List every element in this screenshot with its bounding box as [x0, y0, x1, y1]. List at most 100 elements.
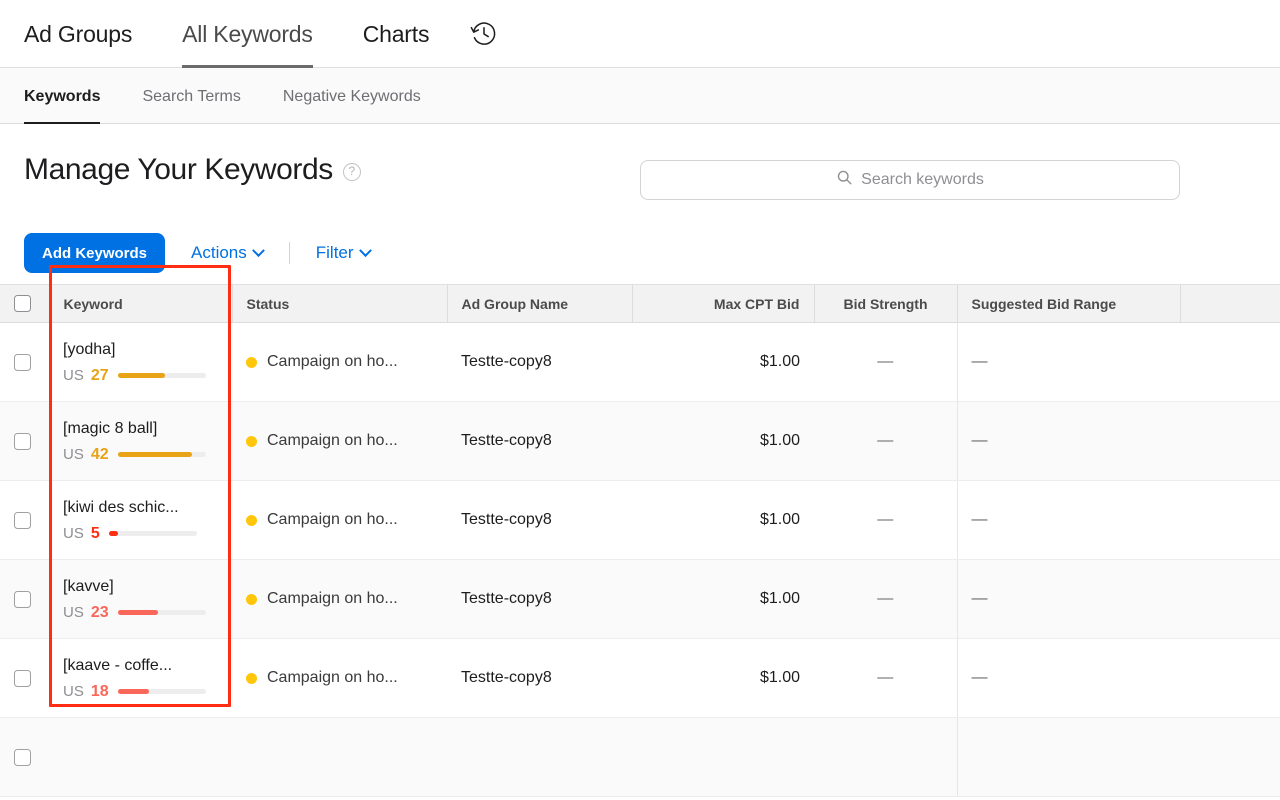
keyword-score: 5 [90, 524, 100, 542]
table-row[interactable]: [kaave - coffe... US 18 Campaign on ho... Te… [0, 638, 1280, 718]
cell-spacer [1180, 638, 1280, 718]
cell-status: Campaign on ho... [232, 559, 447, 639]
cell-suggested-bid-range: — [956, 322, 1180, 402]
search-keywords-box[interactable]: Search keywords [640, 160, 1180, 200]
keyword-score-bar [117, 373, 206, 378]
row-checkbox[interactable] [14, 748, 31, 766]
actions-label: Actions [191, 243, 247, 262]
cell-bid-strength: — [814, 401, 957, 481]
cell-ad-group-name: Testte-copy8 [447, 322, 632, 402]
subtab-search-terms[interactable]: Search Terms [142, 68, 240, 124]
row-checkbox[interactable] [14, 511, 31, 529]
cell-max-cpt-bid[interactable]: $1.00 [632, 322, 814, 402]
cell-keyword: [kiwi des schic... US 5 [49, 480, 232, 560]
status-text: Campaign on ho... [267, 669, 398, 686]
keyword-geo: US [63, 604, 84, 621]
cell-keyword: [kavve] US 23 [49, 559, 232, 639]
keyword-score-row: US 42 [63, 446, 218, 464]
cell-suggested-bid-range: — [956, 559, 1180, 639]
table-row[interactable]: [kiwi des schic... US 5 Campaign on ho... Te… [0, 480, 1280, 560]
action-bar: Add Keywords Actions Filter [0, 222, 1280, 284]
status-text: Campaign on ho... [267, 511, 398, 528]
keyword-score: 42 [90, 445, 109, 463]
keyword-text: [yodha] [63, 340, 116, 358]
table-row[interactable]: [kavve] US 23 Campaign on ho... Testte-copy8… [0, 559, 1280, 639]
status-dot-icon [246, 435, 257, 447]
cell-max-cpt-bid[interactable]: $1.00 [632, 401, 814, 481]
chevron-down-icon [358, 243, 372, 257]
table-row[interactable] [0, 717, 1280, 797]
cell-max-cpt-bid [632, 717, 814, 797]
cell-status [232, 717, 447, 797]
page-title: Manage Your Keywords [24, 153, 333, 186]
top-nav: Ad Groups All Keywords Charts [0, 0, 1280, 68]
status-dot-icon [246, 672, 257, 684]
keyword-text: [magic 8 ball] [63, 419, 158, 437]
cell-ad-group-name: Testte-copy8 [447, 559, 632, 639]
history-clock-icon[interactable] [467, 17, 501, 51]
help-question-icon[interactable]: ? [342, 163, 361, 181]
row-checkbox[interactable] [14, 590, 31, 608]
keyword-score-bar [117, 452, 206, 457]
tab-ad-groups[interactable]: Ad Groups [24, 0, 132, 68]
table-row[interactable]: [yodha] US 27 Campaign on ho... Testte-copy8… [0, 322, 1280, 402]
cell-suggested-bid-range: — [956, 401, 1180, 481]
keyword-text: [kaave - coffe... [63, 656, 173, 674]
cell-status: Campaign on ho... [232, 638, 447, 718]
cell-keyword: [magic 8 ball] US 42 [49, 401, 232, 481]
cell-bid-strength: — [814, 480, 957, 560]
table-body: [yodha] US 27 Campaign on ho... Testte-copy8… [0, 322, 1280, 797]
status-dot-icon [246, 593, 257, 605]
cell-spacer [1180, 401, 1280, 481]
cell-max-cpt-bid[interactable]: $1.00 [632, 480, 814, 560]
col-header-status[interactable]: Status [231, 284, 447, 323]
col-header-spacer [1179, 284, 1280, 323]
cell-spacer [1180, 480, 1280, 560]
col-header-suggested-bid-range[interactable]: Suggested Bid Range [956, 284, 1180, 323]
cell-max-cpt-bid[interactable]: $1.00 [632, 638, 814, 718]
cell-bid-strength: — [814, 638, 957, 718]
table-header-row: Keyword Status Ad Group Name Max CPT Bid… [0, 284, 1280, 323]
cell-max-cpt-bid[interactable]: $1.00 [632, 559, 814, 639]
keywords-table-wrap: Keyword Status Ad Group Name Max CPT Bid… [0, 265, 1280, 797]
select-all-checkbox[interactable] [14, 295, 31, 312]
status-text: Campaign on ho... [267, 432, 398, 449]
tab-charts[interactable]: Charts [363, 0, 430, 68]
row-checkbox[interactable] [14, 432, 31, 450]
subtab-keywords[interactable]: Keywords [24, 68, 101, 124]
sub-nav: Keywords Search Terms Negative Keywords [0, 68, 1280, 124]
cell-suggested-bid-range: — [956, 638, 1180, 718]
keyword-score: 18 [90, 682, 109, 700]
search-input[interactable]: Search keywords [861, 171, 984, 189]
status-dot-icon [246, 514, 257, 526]
filter-label: Filter [315, 243, 354, 262]
keyword-geo: US [63, 367, 84, 384]
subtab-negative-keywords[interactable]: Negative Keywords [283, 68, 421, 124]
keyword-score-bar [117, 689, 206, 694]
keyword-score-row: US 27 [63, 367, 218, 385]
keyword-text: [kiwi des schic... [63, 498, 179, 516]
row-select-cell [0, 559, 49, 639]
status-dot-icon [246, 356, 257, 368]
col-header-max-cpt-bid[interactable]: Max CPT Bid [631, 284, 814, 323]
cell-ad-group-name: Testte-copy8 [447, 401, 632, 481]
add-keywords-button[interactable]: Add Keywords [24, 233, 166, 273]
col-header-ad-group-name[interactable]: Ad Group Name [446, 284, 632, 323]
keywords-table: Keyword Status Ad Group Name Max CPT Bid… [0, 284, 1280, 797]
keyword-geo: US [63, 446, 84, 463]
tab-all-keywords[interactable]: All Keywords [182, 0, 313, 68]
row-checkbox[interactable] [14, 353, 31, 371]
status-text: Campaign on ho... [267, 590, 398, 607]
row-checkbox[interactable] [14, 669, 31, 687]
col-header-bid-strength[interactable]: Bid Strength [813, 284, 957, 323]
cell-ad-group-name [447, 717, 632, 797]
filter-dropdown[interactable]: Filter [315, 243, 372, 263]
table-row[interactable]: [magic 8 ball] US 42 Campaign on ho... Testt… [0, 401, 1280, 481]
keyword-score-row: US 5 [63, 525, 218, 543]
row-select-cell [0, 401, 49, 481]
keyword-score-row: US 23 [63, 604, 218, 622]
actions-dropdown[interactable]: Actions [191, 243, 265, 263]
col-header-keyword[interactable]: Keyword [48, 284, 232, 323]
cell-keyword: [yodha] US 27 [49, 322, 232, 402]
cell-bid-strength: — [814, 559, 957, 639]
